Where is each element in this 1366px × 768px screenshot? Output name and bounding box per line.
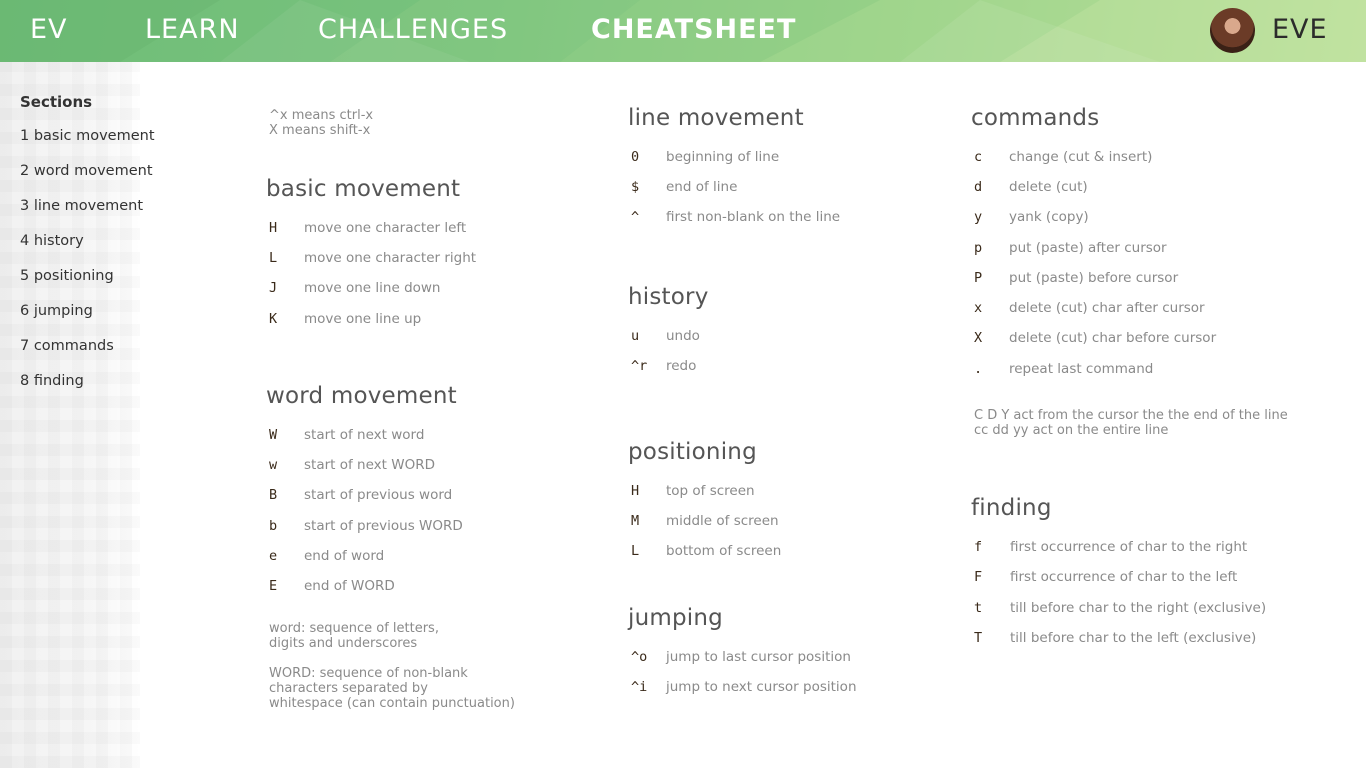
sidebar-link-basic-movement[interactable]: 1 basic movement: [20, 128, 155, 144]
WORD-definition-note: WORD: sequence of non-blank characters s…: [269, 666, 515, 711]
key-description: delete (cut) char before cursor: [1009, 330, 1217, 346]
key-description: put (paste) after cursor: [1009, 240, 1167, 256]
key: 0: [631, 149, 640, 165]
brand-logo[interactable]: EV: [30, 14, 68, 46]
nav-challenges[interactable]: CHALLENGES: [318, 14, 508, 46]
section-title-finding: finding: [971, 495, 1052, 521]
key-description: first occurrence of char to the right: [1010, 539, 1248, 555]
key-description: repeat last command: [1009, 361, 1154, 377]
key: W: [269, 427, 278, 443]
key: J: [269, 280, 278, 296]
key: P: [974, 270, 983, 286]
key-description: move one character right: [304, 250, 477, 266]
key-description: yank (copy): [1009, 209, 1089, 225]
section-title-line-movement: line movement: [628, 105, 804, 131]
top-nav-bar: EV LEARN CHALLENGES CHEATSHEET EVE: [0, 0, 1366, 62]
key: B: [269, 487, 278, 503]
key: X: [974, 330, 983, 346]
key-description: start of next word: [304, 427, 425, 443]
key-description: top of screen: [666, 483, 755, 499]
sidebar-link-finding[interactable]: 8 finding: [20, 373, 84, 389]
nav-cheatsheet[interactable]: CHEATSHEET: [591, 14, 796, 46]
sidebar-link-positioning[interactable]: 5 positioning: [20, 268, 114, 284]
key-description: end of line: [666, 179, 738, 195]
key: ^r: [631, 358, 648, 374]
key: K: [269, 311, 278, 327]
sidebar-link-history[interactable]: 4 history: [20, 233, 84, 249]
key: e: [269, 548, 278, 564]
key: H: [631, 483, 640, 499]
key: y: [974, 209, 983, 225]
key-description: change (cut & insert): [1009, 149, 1153, 165]
key-description: undo: [666, 328, 700, 344]
nav-learn[interactable]: LEARN: [145, 14, 240, 46]
key: b: [269, 518, 278, 534]
key-description: first non-blank on the line: [666, 209, 841, 225]
key-description: delete (cut) char after cursor: [1009, 300, 1205, 316]
section-title-word-movement: word movement: [266, 383, 457, 409]
user-name[interactable]: EVE: [1272, 14, 1328, 46]
key-description: start of previous WORD: [304, 518, 463, 534]
section-title-positioning: positioning: [628, 439, 757, 465]
key-description: jump to next cursor position: [666, 679, 857, 695]
key: T: [974, 630, 983, 646]
key: p: [974, 240, 983, 256]
sidebar-link-word-movement[interactable]: 2 word movement: [20, 163, 153, 179]
sidebar-title: Sections: [20, 93, 93, 111]
key: d: [974, 179, 983, 195]
key: L: [269, 250, 278, 266]
key-description: start of previous word: [304, 487, 453, 503]
key-description: move one line down: [304, 280, 441, 296]
key-description: first occurrence of char to the left: [1010, 569, 1238, 585]
key: .: [974, 361, 983, 377]
sidebar-link-jumping[interactable]: 6 jumping: [20, 303, 93, 319]
key-description: put (paste) before cursor: [1009, 270, 1179, 286]
key-description: till before char to the right (exclusive…: [1010, 600, 1267, 616]
key-description: end of WORD: [304, 578, 395, 594]
sidebar-link-commands[interactable]: 7 commands: [20, 338, 114, 354]
key: $: [631, 179, 640, 195]
key-description: bottom of screen: [666, 543, 782, 559]
key: f: [974, 539, 983, 555]
key-description: jump to last cursor position: [666, 649, 851, 665]
key: E: [269, 578, 278, 594]
key: x: [974, 300, 983, 316]
intro-note: ^x means ctrl-x X means shift-x: [269, 108, 374, 138]
section-title-commands: commands: [971, 105, 1100, 131]
key: L: [631, 543, 640, 559]
key-description: move one character left: [304, 220, 467, 236]
section-title-jumping: jumping: [628, 605, 723, 631]
key: M: [631, 513, 640, 529]
key: H: [269, 220, 278, 236]
section-title-basic-movement: basic movement: [266, 176, 461, 202]
key-description: move one line up: [304, 311, 422, 327]
key: c: [974, 149, 983, 165]
user-avatar[interactable]: [1210, 8, 1255, 53]
key: ^o: [631, 649, 648, 665]
word-definition-note: word: sequence of letters, digits and un…: [269, 621, 439, 651]
key: u: [631, 328, 640, 344]
key-description: redo: [666, 358, 697, 374]
key-description: end of word: [304, 548, 385, 564]
key-description: till before char to the left (exclusive): [1010, 630, 1257, 646]
key: w: [269, 457, 278, 473]
section-title-history: history: [628, 284, 709, 310]
key: ^: [631, 209, 640, 225]
key-description: delete (cut): [1009, 179, 1088, 195]
key-description: middle of screen: [666, 513, 779, 529]
key: ^i: [631, 679, 648, 695]
key: t: [974, 600, 983, 616]
sidebar-link-line-movement[interactable]: 3 line movement: [20, 198, 143, 214]
key-description: start of next WORD: [304, 457, 435, 473]
commands-note: C D Y act from the cursor the the end of…: [974, 408, 1288, 438]
key: F: [974, 569, 983, 585]
key-description: beginning of line: [666, 149, 780, 165]
